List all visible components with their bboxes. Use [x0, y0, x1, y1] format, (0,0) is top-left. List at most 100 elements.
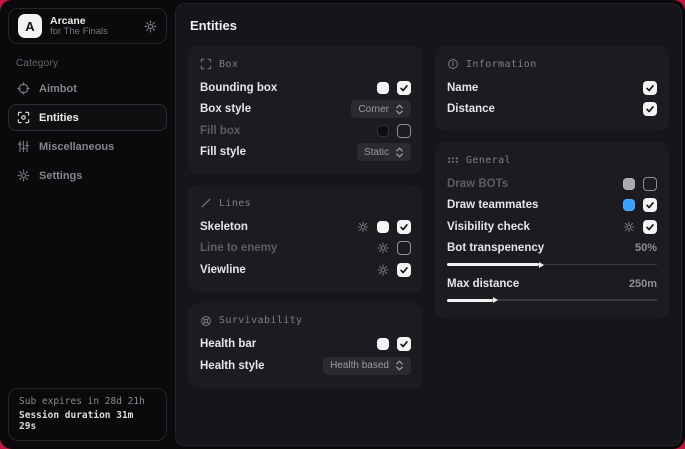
- gear-icon[interactable]: [377, 242, 389, 254]
- box-icon: [200, 58, 212, 70]
- card-title: Lines: [219, 198, 251, 209]
- sidebar-item-miscellaneous[interactable]: Miscellaneous: [8, 133, 167, 160]
- check-icon: [645, 200, 655, 210]
- setting-label: Max distance: [447, 278, 629, 290]
- checkbox-bounding-box[interactable]: [397, 81, 411, 95]
- category-label: Category: [16, 58, 167, 69]
- dropdown-value: Health based: [330, 360, 389, 371]
- checkbox-draw-teammates[interactable]: [643, 198, 657, 212]
- checkbox-draw-bots[interactable]: [643, 177, 657, 191]
- slider-track: [493, 299, 657, 301]
- checkbox-skeleton[interactable]: [397, 220, 411, 234]
- slider-max-distance[interactable]: [447, 296, 657, 305]
- gear-icon[interactable]: [357, 221, 369, 233]
- slider-thumb[interactable]: [493, 297, 498, 303]
- page-title: Entities: [190, 18, 669, 33]
- setting-label: Draw teammates: [447, 199, 623, 211]
- setting-row-viewline: Viewline: [200, 259, 411, 281]
- main-panel: Entities Box Bounding box: [175, 3, 682, 446]
- color-swatch[interactable]: [377, 82, 389, 94]
- gear-icon[interactable]: [623, 221, 635, 233]
- gear-icon: [17, 169, 30, 182]
- setting-row-distance: Distance: [447, 99, 657, 121]
- app-subtitle: for The Finals: [50, 27, 136, 38]
- sidebar-item-entities[interactable]: Entities: [8, 104, 167, 131]
- sidebar-item-label: Entities: [39, 112, 79, 124]
- setting-row-name: Name: [447, 77, 657, 99]
- slider-bot-transparency[interactable]: [447, 260, 657, 269]
- grid-glyph: [447, 154, 459, 166]
- setting-label: Viewline: [200, 264, 377, 276]
- checkbox-fill-box[interactable]: [397, 124, 411, 138]
- chevrons-up-down-icon: [395, 147, 404, 158]
- card-box: Box Bounding box Box style Corner: [188, 46, 423, 174]
- dropdown-value: Static: [364, 147, 389, 158]
- setting-row-max-distance: Max distance 250m: [447, 273, 657, 295]
- slider-value: 50%: [635, 242, 657, 254]
- setting-label: Distance: [447, 103, 643, 115]
- card-title: Information: [466, 59, 537, 70]
- setting-row-skeleton: Skeleton: [200, 216, 411, 238]
- brand-card: A Arcane for The Finals: [8, 8, 167, 44]
- setting-label: Box style: [200, 103, 351, 115]
- card-title: Survivability: [219, 315, 302, 326]
- slider-fill: [447, 299, 493, 302]
- setting-row-health-bar: Health bar: [200, 334, 411, 356]
- setting-row-fill-style: Fill style Static: [200, 142, 411, 164]
- checkbox-name[interactable]: [643, 81, 657, 95]
- sliders-icon: [17, 140, 30, 153]
- setting-row-bounding-box: Bounding box: [200, 77, 411, 99]
- info-icon: [447, 58, 459, 70]
- setting-row-draw-bots: Draw BOTs: [447, 173, 657, 195]
- app-name: Arcane: [50, 15, 136, 27]
- checkbox-visibility-check[interactable]: [643, 220, 657, 234]
- card-lines: Lines Skeleton Line to enemy: [188, 185, 423, 292]
- entities-scan-icon: [17, 111, 30, 124]
- check-icon: [645, 222, 655, 232]
- crosshair-icon: [17, 82, 30, 95]
- slider-thumb[interactable]: [539, 262, 544, 268]
- card-information: Information Name Distance: [435, 46, 669, 131]
- checkbox-line-to-enemy[interactable]: [397, 241, 411, 255]
- subscription-info-card: Sub expires in 28d 21h Session duration …: [8, 388, 167, 441]
- sidebar-item-settings[interactable]: Settings: [8, 162, 167, 189]
- setting-label: Line to enemy: [200, 242, 377, 254]
- setting-label: Name: [447, 82, 643, 94]
- dropdown-box-style[interactable]: Corner: [351, 100, 411, 118]
- card-title: Box: [219, 59, 238, 70]
- setting-label: Health bar: [200, 338, 377, 350]
- setting-label: Bot transpenency: [447, 242, 635, 254]
- life-ring-icon: [200, 315, 212, 327]
- setting-row-draw-teammates: Draw teammates: [447, 195, 657, 217]
- checkbox-viewline[interactable]: [397, 263, 411, 277]
- check-icon: [399, 265, 409, 275]
- setting-label: Visibility check: [447, 221, 623, 233]
- checkbox-distance[interactable]: [643, 102, 657, 116]
- dropdown-fill-style[interactable]: Static: [357, 143, 411, 161]
- card-survivability: Survivability Health bar Health style He…: [188, 303, 423, 388]
- setting-row-line-to-enemy: Line to enemy: [200, 238, 411, 260]
- check-icon: [399, 222, 409, 232]
- gear-icon[interactable]: [144, 20, 157, 33]
- check-icon: [399, 83, 409, 93]
- color-swatch[interactable]: [623, 178, 635, 190]
- setting-label: Fill box: [200, 125, 377, 137]
- gear-icon[interactable]: [377, 264, 389, 276]
- app-logo: A: [18, 14, 42, 38]
- card-title: General: [466, 155, 511, 166]
- color-swatch[interactable]: [377, 338, 389, 350]
- dropdown-health-style[interactable]: Health based: [323, 357, 411, 375]
- setting-row-health-style: Health style Health based: [200, 355, 411, 377]
- sidebar-item-aimbot[interactable]: Aimbot: [8, 75, 167, 102]
- dropdown-value: Corner: [358, 104, 389, 115]
- check-icon: [645, 104, 655, 114]
- color-swatch[interactable]: [377, 221, 389, 233]
- grid-icon: [447, 154, 459, 166]
- sidebar-item-label: Miscellaneous: [39, 141, 114, 153]
- app-window: A Arcane for The Finals Category Aimbot …: [0, 0, 685, 449]
- color-swatch[interactable]: [377, 125, 389, 137]
- line-icon: [200, 197, 212, 209]
- color-swatch[interactable]: [623, 199, 635, 211]
- checkbox-health-bar[interactable]: [397, 337, 411, 351]
- slider-fill: [447, 263, 539, 266]
